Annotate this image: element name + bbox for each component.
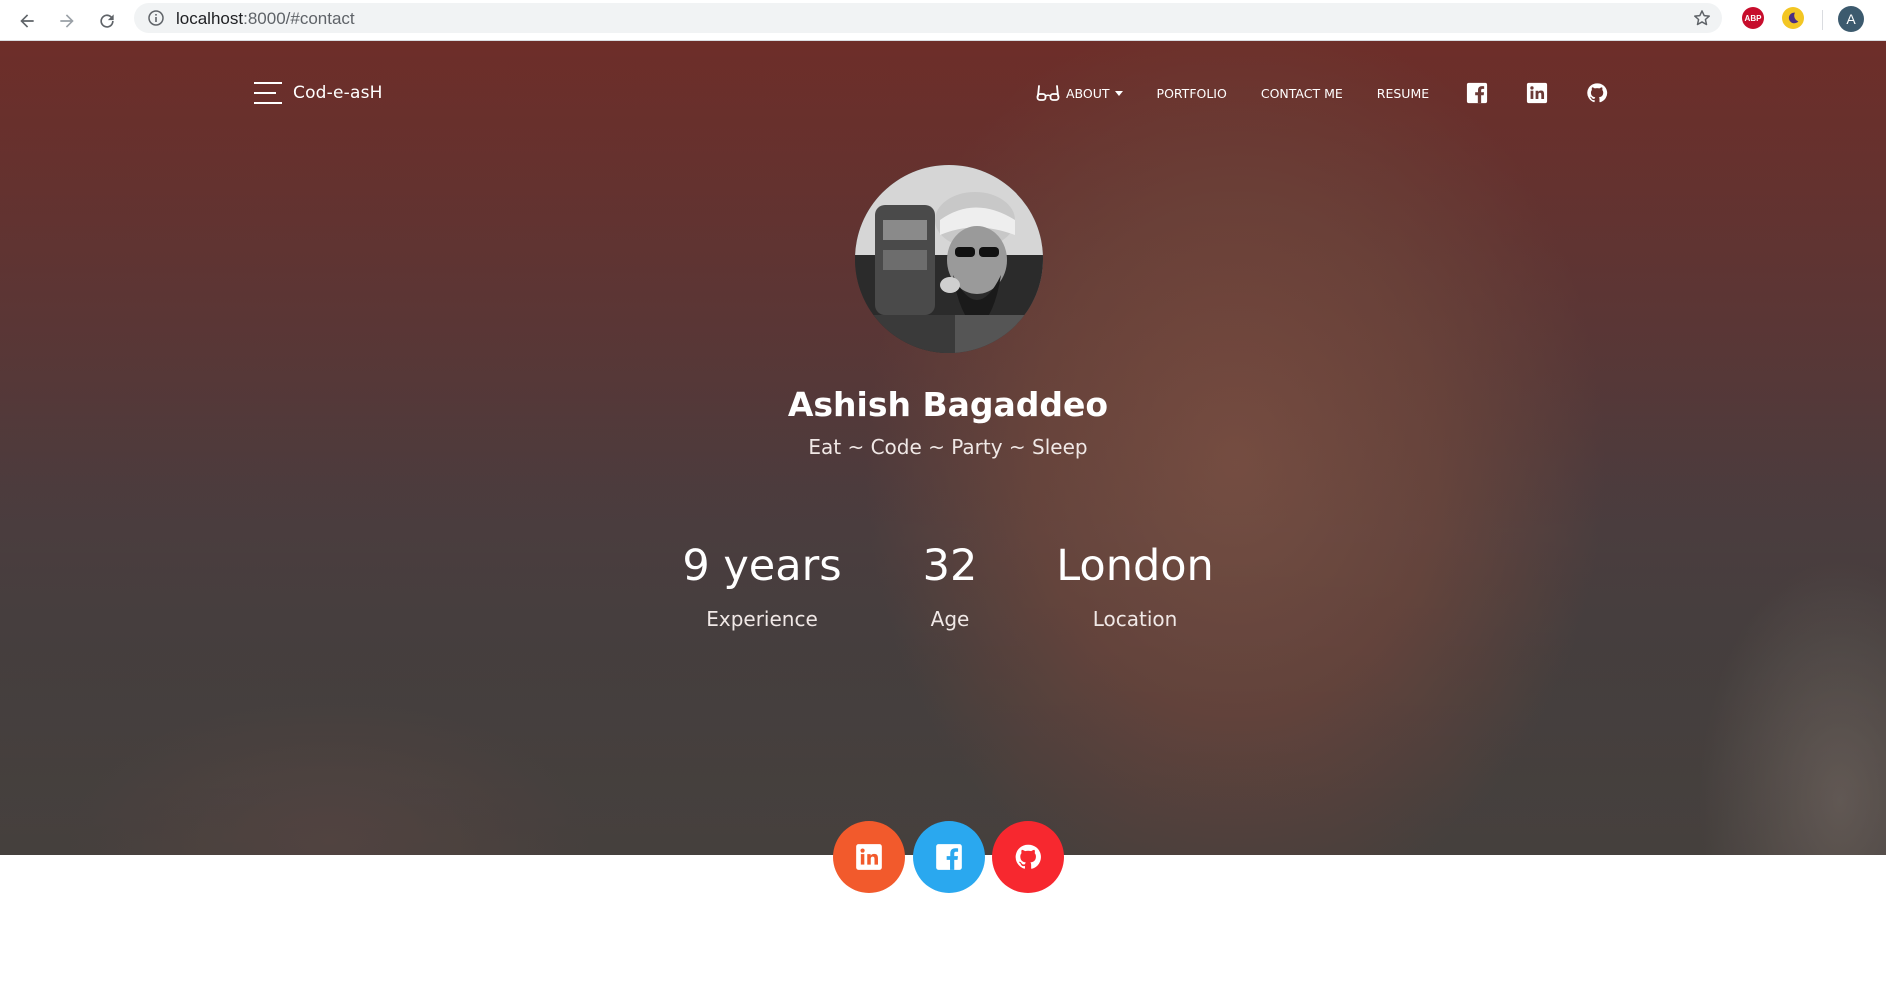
nav-about[interactable]: About [1036, 83, 1123, 103]
nav-contact[interactable]: Contact me [1261, 86, 1343, 101]
github-icon [1587, 83, 1608, 103]
stat-experience: 9 years Experience [672, 541, 852, 631]
url-text[interactable]: localhost:8000/#contact [176, 9, 355, 29]
nav-portfolio[interactable]: Portfolio [1157, 86, 1227, 101]
url-host: localhost [176, 9, 244, 28]
nav-linkedin-link[interactable] [1525, 81, 1549, 105]
profile-photo-image [855, 165, 1043, 353]
url-path: :8000/#contact [243, 9, 355, 28]
facebook-button[interactable] [913, 821, 985, 893]
facebook-icon [1467, 82, 1488, 104]
brand-name[interactable]: Cod-e-asH [293, 83, 383, 103]
linkedin-icon [1527, 82, 1548, 104]
hero-section: Cod-e-asH About Portfolio Contact me [0, 41, 1886, 855]
stat-experience-label: Experience [706, 607, 818, 631]
caret-down-icon [1114, 90, 1123, 96]
adblock-extension-icon[interactable]: ABP [1742, 7, 1764, 29]
stat-age: 32 Age [900, 541, 1000, 631]
nav-github-link[interactable] [1585, 81, 1609, 105]
arrow-right-icon [60, 14, 74, 28]
nav-facebook-link[interactable] [1465, 81, 1489, 105]
bookmark-star-icon[interactable] [1692, 8, 1712, 28]
profile-avatar[interactable]: A [1838, 6, 1864, 32]
stat-location: London Location [1040, 541, 1230, 631]
nav-resume[interactable]: Resume [1377, 86, 1429, 101]
moon-icon [1788, 12, 1799, 24]
stat-age-value: 32 [922, 541, 978, 591]
top-navigation: About Portfolio Contact me Resume [1036, 81, 1609, 105]
back-button[interactable] [12, 6, 42, 36]
glasses-icon [1036, 85, 1060, 101]
profile-tagline: Eat ~ Code ~ Party ~ Sleep [808, 435, 1088, 459]
address-bar[interactable]: localhost:8000/#contact [134, 3, 1722, 33]
arrow-left-icon [20, 14, 34, 28]
nav-resume-label: Resume [1376, 85, 1430, 101]
linkedin-button[interactable] [833, 821, 905, 893]
toolbar-divider [1822, 10, 1823, 30]
reload-icon [100, 14, 114, 28]
menu-icon[interactable] [254, 82, 282, 104]
nav-contact-label: Contact me [1260, 85, 1343, 101]
nav-portfolio-label: Portfolio [1156, 85, 1227, 101]
profile-photo [855, 165, 1043, 353]
nav-about-label: About [1066, 85, 1110, 101]
profile-name: Ashish Bagaddeo [787, 385, 1109, 424]
github-icon [1015, 844, 1041, 869]
adblock-label: ABP [1744, 13, 1762, 23]
facebook-icon [936, 844, 962, 870]
stat-location-label: Location [1092, 607, 1178, 631]
stat-experience-value: 9 years [682, 541, 842, 591]
reload-button[interactable] [92, 6, 122, 36]
brand[interactable]: Cod-e-asH [254, 82, 383, 104]
stat-location-value: London [1056, 541, 1214, 591]
browser-toolbar: localhost:8000/#contact ABP A [0, 0, 1886, 41]
moon-extension-icon[interactable] [1782, 7, 1804, 29]
github-button[interactable] [992, 821, 1064, 893]
info-icon[interactable] [148, 10, 164, 26]
stat-age-label: Age [930, 607, 970, 631]
forward-button[interactable] [52, 6, 82, 36]
linkedin-icon [856, 844, 882, 870]
